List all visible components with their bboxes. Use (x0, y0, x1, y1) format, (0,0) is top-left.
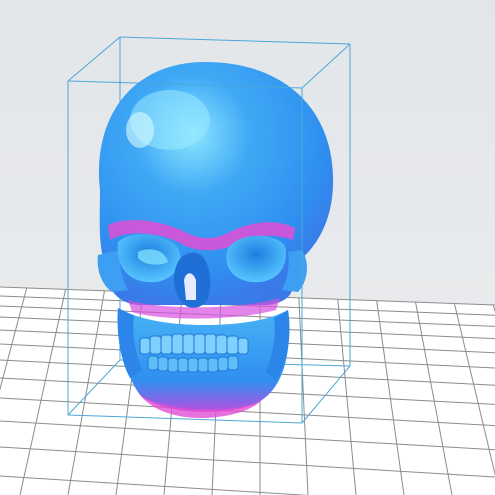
scene[interactable] (0, 0, 495, 495)
lower-teeth (147, 355, 239, 373)
upper-teeth (139, 333, 249, 355)
3d-viewport[interactable] (0, 0, 495, 495)
